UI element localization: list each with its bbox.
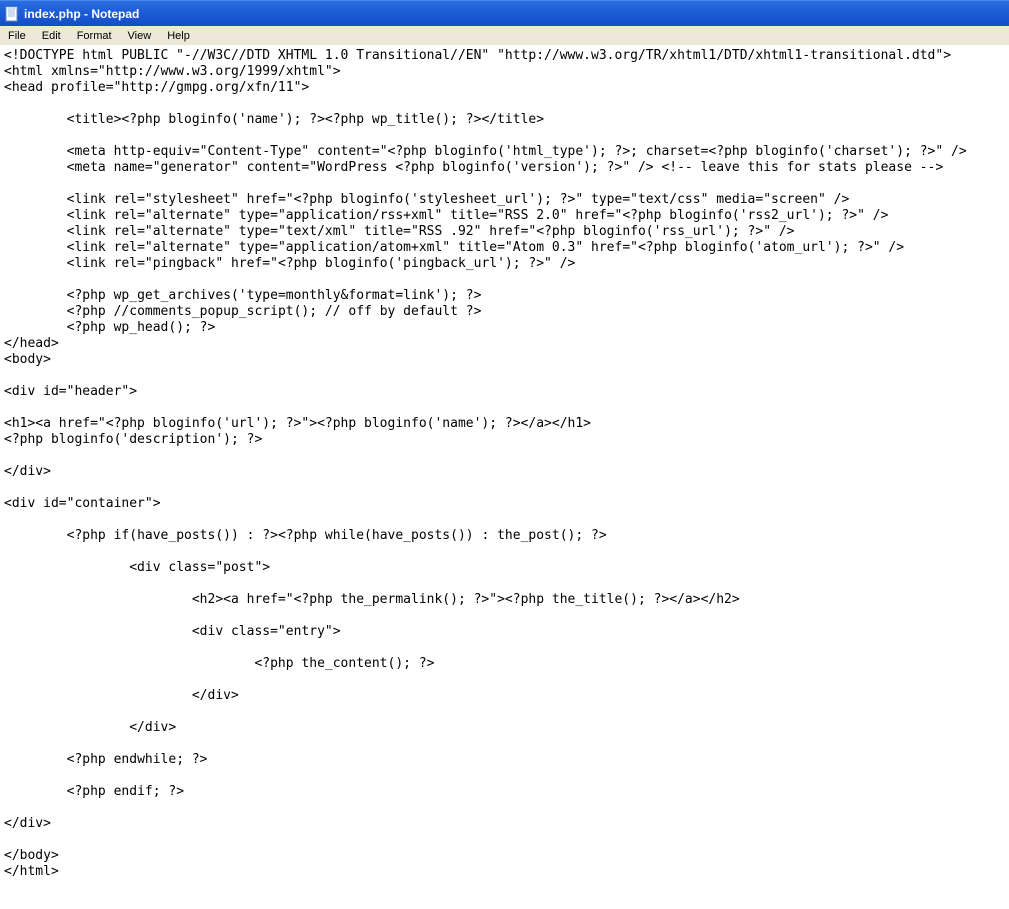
text-editor-area[interactable]: <!DOCTYPE html PUBLIC "-//W3C//DTD XHTML… xyxy=(0,46,1009,909)
menu-edit[interactable]: Edit xyxy=(34,28,69,44)
menu-format[interactable]: Format xyxy=(69,28,120,44)
window-titlebar[interactable]: index.php - Notepad xyxy=(0,0,1009,26)
notepad-icon xyxy=(4,6,20,22)
menu-file[interactable]: File xyxy=(0,28,34,44)
window-title: index.php - Notepad xyxy=(24,7,139,21)
menu-bar: File Edit Format View Help xyxy=(0,26,1009,46)
menu-view[interactable]: View xyxy=(120,28,160,44)
menu-help[interactable]: Help xyxy=(159,28,198,44)
